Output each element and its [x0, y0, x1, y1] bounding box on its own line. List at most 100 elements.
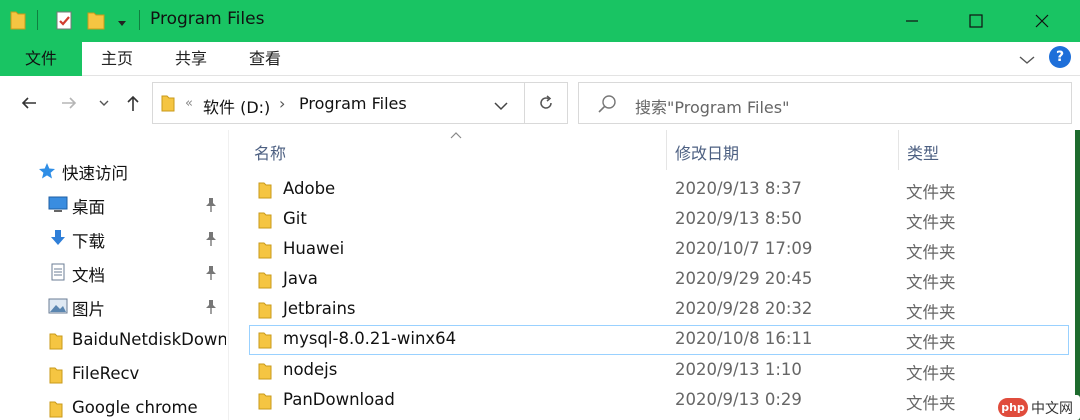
folder-icon: [48, 331, 64, 355]
nav-item-desktop[interactable]: 桌面: [0, 190, 228, 220]
title-bar: Program Files: [0, 0, 1080, 42]
tab-share[interactable]: 共享: [162, 42, 220, 76]
pin-icon[interactable]: [204, 265, 218, 285]
folder-icon: [48, 399, 64, 420]
column-divider[interactable]: [898, 130, 899, 170]
file-name: Java: [283, 269, 318, 288]
file-type: 文件夹: [906, 183, 956, 202]
window-edge: [1075, 130, 1080, 420]
nav-label: 桌面: [72, 198, 105, 217]
up-button[interactable]: [121, 91, 145, 115]
tab-view[interactable]: 查看: [236, 42, 294, 76]
address-history-dropdown[interactable]: [493, 97, 509, 116]
pane-splitter[interactable]: [228, 130, 229, 420]
file-row[interactable]: Huawei 2020/10/7 17:09 文件夹: [249, 235, 1069, 265]
file-date: 2020/9/29 20:45: [675, 269, 813, 288]
address-bar[interactable]: « 软件 (D:) › Program Files: [152, 82, 525, 124]
breadcrumb-overflow[interactable]: «: [185, 96, 193, 111]
file-row[interactable]: Jetbrains 2020/9/28 20:32 文件夹: [249, 295, 1069, 325]
help-button[interactable]: ?: [1049, 46, 1071, 68]
properties-icon[interactable]: [55, 9, 73, 35]
folder-icon: [257, 301, 273, 325]
refresh-icon: [540, 95, 552, 109]
file-date: 2020/9/13 8:50: [675, 209, 802, 228]
folder-icon: [257, 241, 273, 265]
file-row[interactable]: Git 2020/9/13 8:50 文件夹: [249, 205, 1069, 235]
folder-icon: [48, 365, 64, 389]
column-divider[interactable]: [666, 130, 667, 170]
folder-icon: [257, 331, 273, 355]
recent-locations-button[interactable]: [92, 91, 116, 115]
forward-button[interactable]: [57, 91, 81, 115]
folder-icon: [257, 181, 273, 205]
pin-icon[interactable]: [204, 231, 218, 251]
refresh-button[interactable]: [525, 82, 568, 124]
arrow-right-icon: [62, 97, 77, 109]
file-type: 文件夹: [906, 394, 956, 413]
window-title: Program Files: [150, 9, 265, 29]
tab-home[interactable]: 主页: [88, 42, 146, 76]
arrow-left-icon: [21, 97, 36, 109]
folder-icon: [161, 93, 175, 117]
toolbar-separator: [139, 10, 140, 30]
column-header: 名称 修改日期 类型: [229, 130, 1080, 170]
breadcrumb-program-files[interactable]: Program Files: [299, 94, 407, 113]
nav-label: BaiduNetdiskDownload: [72, 330, 226, 349]
breadcrumb-separator[interactable]: ›: [279, 94, 285, 113]
file-name: Adobe: [283, 179, 336, 198]
new-folder-icon[interactable]: [87, 9, 105, 35]
nav-item-documents[interactable]: 文档: [0, 258, 228, 288]
desktop-icon: [48, 195, 68, 217]
folder-icon: [257, 211, 273, 235]
column-header-date[interactable]: 修改日期: [675, 140, 739, 164]
file-name: PanDownload: [283, 390, 395, 409]
maximize-button[interactable]: [946, 0, 1006, 42]
nav-label: 文档: [72, 266, 105, 285]
file-type: 文件夹: [906, 213, 956, 232]
expand-ribbon-icon[interactable]: [1018, 52, 1036, 71]
star-icon: [38, 162, 56, 184]
search-input[interactable]: 搜索"Program Files": [578, 82, 1072, 124]
column-header-name[interactable]: 名称: [254, 140, 286, 164]
pin-icon[interactable]: [204, 197, 218, 217]
tab-file[interactable]: 文件: [0, 42, 82, 76]
file-date: 2020/9/28 20:32: [675, 299, 813, 318]
customize-dropdown-icon[interactable]: [117, 13, 127, 32]
minimize-button[interactable]: [882, 0, 942, 42]
nav-label: 下载: [72, 232, 105, 251]
file-name: Huawei: [283, 239, 345, 258]
nav-item-downloads[interactable]: 下载: [0, 224, 228, 254]
pin-icon[interactable]: [204, 299, 218, 319]
nav-item-pictures[interactable]: 图片: [0, 292, 228, 322]
arrow-up-icon: [127, 95, 139, 111]
breadcrumb-drive[interactable]: 软件 (D:): [203, 94, 270, 118]
nav-quick-access[interactable]: 快速访问: [0, 156, 228, 186]
nav-item-baidunetdisk[interactable]: BaiduNetdiskDownload: [0, 326, 228, 356]
nav-item-filerecv[interactable]: FileRecv: [0, 360, 228, 390]
folder-icon[interactable]: [10, 9, 26, 35]
file-type: 文件夹: [906, 333, 956, 352]
file-date: 2020/9/13 0:29: [675, 390, 802, 409]
file-row-hovered[interactable]: mysql-8.0.21-winx64 2020/10/8 16:11 文件夹: [249, 325, 1069, 355]
close-button[interactable]: [1012, 0, 1072, 42]
ribbon-tabs: 文件 主页 共享 查看: [0, 42, 1080, 76]
folder-icon: [257, 362, 273, 386]
search-icon: [597, 94, 617, 118]
nav-item-google-chrome[interactable]: Google chrome: [0, 394, 228, 420]
file-row[interactable]: Java 2020/9/29 20:45 文件夹: [249, 265, 1069, 295]
file-row[interactable]: Adobe 2020/9/13 8:37 文件夹: [249, 175, 1069, 205]
column-header-type[interactable]: 类型: [907, 140, 939, 164]
file-date: 2020/9/13 8:37: [675, 179, 802, 198]
file-name: mysql-8.0.21-winx64: [283, 329, 457, 348]
picture-icon: [48, 297, 68, 319]
file-type: 文件夹: [906, 303, 956, 322]
file-row[interactable]: PanDownload 2020/9/13 0:29 文件夹: [249, 386, 1069, 416]
back-button[interactable]: [17, 91, 41, 115]
search-placeholder: 搜索"Program Files": [635, 98, 790, 117]
folder-icon: [257, 392, 273, 416]
watermark-badge: php: [998, 398, 1028, 417]
file-type: 文件夹: [906, 243, 956, 262]
file-row[interactable]: nodejs 2020/9/13 1:10 文件夹: [249, 356, 1069, 386]
file-date: 2020/10/8 16:11: [675, 329, 813, 348]
nav-label: 快速访问: [62, 164, 128, 183]
